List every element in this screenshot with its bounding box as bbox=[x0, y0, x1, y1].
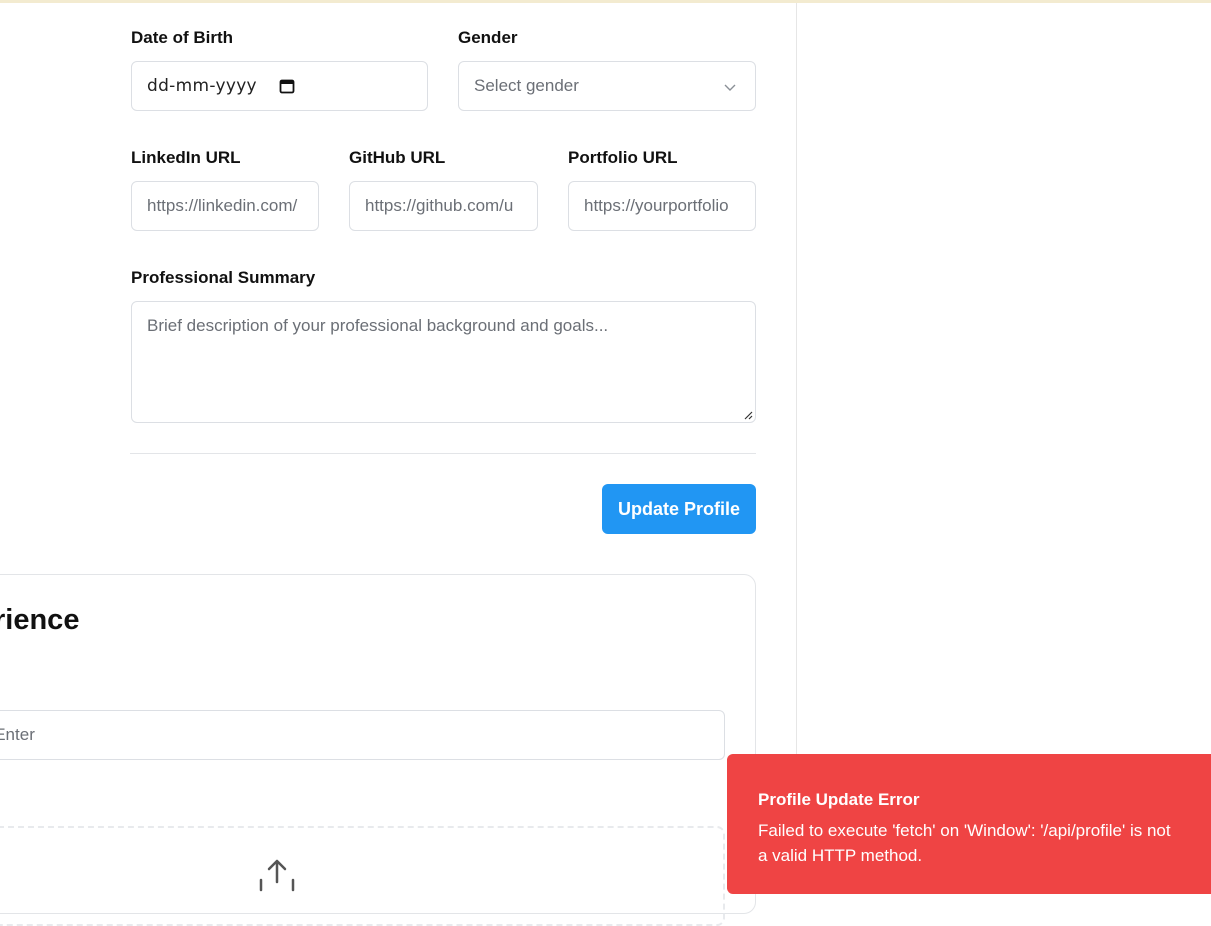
gender-placeholder: Select gender bbox=[474, 76, 579, 95]
portfolio-placeholder: https://yourportfolio bbox=[584, 196, 729, 215]
summary-placeholder: Brief description of your professional b… bbox=[147, 316, 609, 335]
gender-label: Gender bbox=[458, 28, 518, 47]
toast-message: Failed to execute 'fetch' on 'Window': '… bbox=[758, 821, 1171, 865]
linkedin-input[interactable]: https://linkedin.com/ bbox=[131, 181, 319, 231]
gender-select[interactable]: Select gender bbox=[458, 61, 756, 111]
github-input[interactable]: https://github.com/u bbox=[349, 181, 538, 231]
linkedin-placeholder: https://linkedin.com/ bbox=[147, 196, 298, 215]
dob-value: dd-mm-yyyy bbox=[147, 76, 257, 96]
summary-textarea[interactable]: Brief description of your professional b… bbox=[131, 301, 756, 423]
experience-card-title: rience bbox=[0, 604, 80, 636]
update-profile-button[interactable]: Update Profile bbox=[602, 484, 756, 534]
linkedin-label: LinkedIn URL bbox=[131, 148, 241, 167]
dob-label: Date of Birth bbox=[131, 28, 233, 47]
github-placeholder: https://github.com/u bbox=[365, 196, 514, 215]
calendar-icon[interactable] bbox=[279, 78, 295, 94]
top-border bbox=[0, 0, 1211, 3]
dob-input[interactable]: dd-mm-yyyy bbox=[131, 61, 428, 111]
form-divider bbox=[130, 453, 756, 454]
portfolio-input[interactable]: https://yourportfolio bbox=[568, 181, 756, 231]
upload-icon[interactable] bbox=[258, 858, 296, 892]
chevron-down-icon bbox=[724, 84, 736, 91]
toast-title: Profile Update Error bbox=[758, 790, 920, 809]
skill-input-placeholder: s Enter bbox=[0, 725, 35, 744]
resize-handle-icon[interactable] bbox=[741, 408, 753, 420]
file-dropzone[interactable] bbox=[0, 826, 725, 926]
skill-input[interactable]: s Enter bbox=[0, 710, 725, 760]
portfolio-label: Portfolio URL bbox=[568, 148, 678, 167]
error-toast[interactable]: Profile Update Error Failed to execute '… bbox=[727, 754, 1211, 894]
summary-label: Professional Summary bbox=[131, 268, 316, 287]
github-label: GitHub URL bbox=[349, 148, 446, 167]
